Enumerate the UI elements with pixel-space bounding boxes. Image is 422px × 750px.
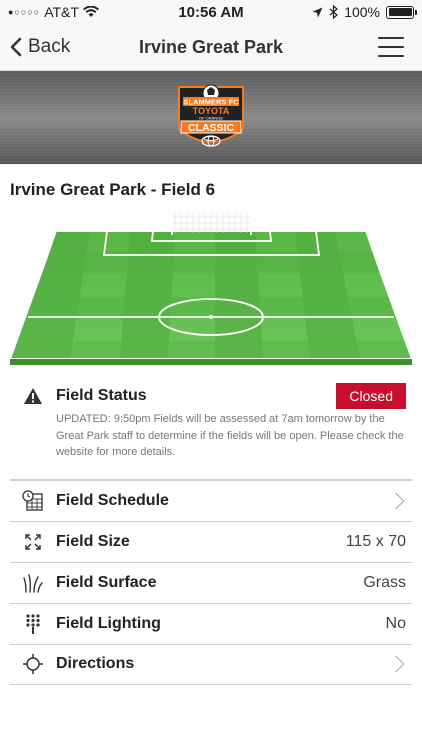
banner: SLAMMERS FC TOYOTA OF ORANGE CLASSIC [0,71,422,164]
field-status-label: Field Status [56,387,147,404]
soccer-field-illustration [10,210,412,377]
field-title: Irvine Great Park - Field 6 [10,180,216,199]
chevron-left-icon [10,37,22,57]
wifi-icon [82,6,99,17]
field-size-value: 115 x 70 [345,532,406,550]
lighting-icon [26,613,40,634]
status-bar: ●○○○○ AT&T 10:56 AM 100% [0,0,422,24]
field-surface-label: Field Surface [56,573,157,591]
status-badge: Closed [336,383,406,409]
back-button[interactable]: Back [10,36,70,58]
hamburger-icon[interactable] [378,37,404,57]
grass-icon [23,573,43,593]
back-label: Back [28,36,71,57]
directions-label: Directions [56,655,135,672]
schedule-icon [22,489,43,511]
directions-row[interactable]: Directions [10,643,412,685]
tournament-logo: SLAMMERS FC TOYOTA OF ORANGE CLASSIC [178,84,244,147]
nav-bar: Back Irvine Great Park [0,24,422,71]
field-card: Irvine Great Park - Field 6 Field Status… [0,165,422,750]
chevron-right-icon [387,492,405,509]
battery-percent: 100% [344,4,380,20]
battery-fill [388,8,412,16]
directions-icon [23,654,43,674]
field-size-row: Field Size 115 x 70 [10,520,412,562]
field-surface-value: Grass [363,573,406,591]
chevron-right-icon [387,655,405,673]
field-details-list: Field Schedule Field Size 115 x 70 Field… [10,479,412,685]
field-status-row: Field Status Closed [10,381,412,411]
field-schedule-label: Field Schedule [56,491,169,509]
field-lighting-value: No [385,614,406,632]
status-description: UPDATED: 9:50pm Fields will be assessed … [56,413,404,458]
logo-line-2: TOYOTA [193,106,230,116]
warning-icon [24,388,42,404]
logo-line-4: CLASSIC [188,122,235,134]
field-surface-row: Field Surface Grass [10,561,412,603]
field-schedule-row[interactable]: Field Schedule [10,479,412,521]
field-lighting-label: Field Lighting [56,614,161,632]
battery-icon [386,5,417,19]
location-arrow-icon [312,7,323,17]
signal-dots: ●○○○○ [8,7,41,17]
carrier-label: AT&T [44,4,79,20]
field-lighting-row: Field Lighting No [10,602,412,644]
bluetooth-icon [329,5,339,19]
field-size-label: Field Size [56,532,130,550]
expand-icon [25,533,41,550]
logo-line-3: OF ORANGE [199,116,223,121]
